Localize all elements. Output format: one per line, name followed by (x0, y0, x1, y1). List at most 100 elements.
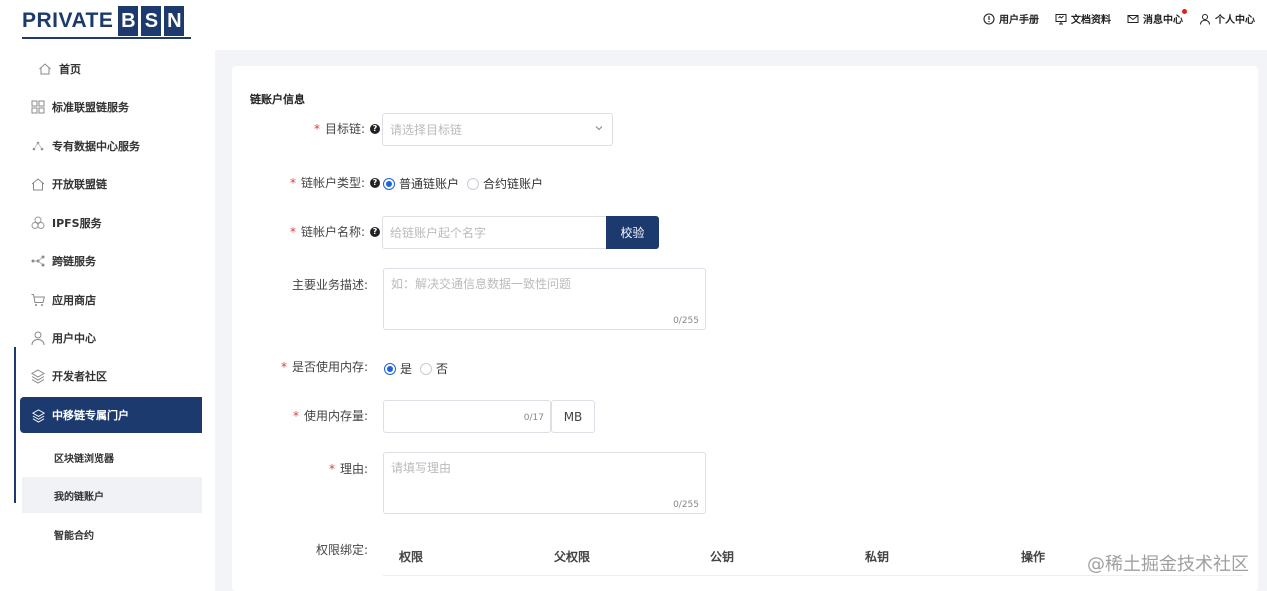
grid-icon (31, 100, 45, 114)
column-header-parent-permission: 父权限 (554, 550, 591, 564)
use-memory-label-text: 是否使用内存: (291, 360, 368, 374)
target-chain-placeholder: 请选择目标链 (390, 123, 463, 137)
info-circle-icon (983, 12, 995, 25)
description-textarea[interactable]: 如：解决交通信息数据一致性问题 0/255 (383, 268, 706, 330)
house-icon (31, 178, 45, 191)
sidebar-item-label: 中移链专属门户 (52, 409, 129, 422)
sidebar-item-home[interactable]: 首页 (37, 61, 81, 77)
sidebar-item-label: 开放联盟链 (52, 178, 107, 191)
nodes-icon (32, 141, 44, 151)
nav-profile[interactable]: 个人中心 (1199, 11, 1255, 26)
sidebar-item-label: 专有数据中心服务 (52, 140, 140, 153)
help-icon[interactable]: ? (370, 226, 380, 237)
sidebar-subitem-contracts[interactable]: 智能合约 (22, 516, 202, 552)
required-mark: * (313, 121, 320, 136)
radio-label: 普通链账户 (399, 177, 460, 191)
sidebar-subitem-label: 智能合约 (54, 530, 94, 542)
account-type-label-text: 链帐户类型: (300, 176, 365, 190)
sidebar-item-label: 跨链服务 (52, 255, 96, 268)
radio-label: 是 (400, 362, 413, 376)
network-icon (31, 255, 45, 267)
target-chain-label: * 目标链: ? (314, 120, 380, 137)
nav-messages-label: 消息中心 (1143, 15, 1183, 26)
column-header-permission: 权限 (399, 550, 424, 564)
target-chain-label-text: 目标链: (324, 122, 365, 136)
target-chain-select[interactable]: 请选择目标链 (382, 113, 613, 146)
memory-amount-label-text: 使用内存量: (303, 409, 368, 423)
monitor-icon (1055, 13, 1067, 24)
required-mark: * (280, 359, 287, 374)
char-counter: 0/255 (673, 500, 699, 510)
account-name-label-text: 链帐户名称: (300, 225, 365, 239)
logo-letter-s: S (141, 6, 162, 36)
nav-docs-label: 文档资料 (1071, 15, 1111, 26)
use-memory-label: * 是否使用内存: (281, 358, 368, 375)
help-icon[interactable]: ? (370, 123, 380, 134)
cart-icon (31, 294, 45, 306)
sidebar-item-standard-chain[interactable]: 标准联盟链服务 (30, 99, 129, 115)
sidebar-active-indicator (14, 347, 16, 503)
description-label: 主要业务描述: (292, 276, 368, 293)
account-type-radio-group: 普通链账户 合约链账户 (383, 175, 551, 192)
char-counter: 0/17 (523, 413, 544, 423)
help-icon[interactable]: ? (370, 177, 380, 188)
account-name-input[interactable]: 给链账户起个名字 (382, 216, 607, 249)
radio-no[interactable]: 否 (420, 360, 448, 377)
reason-label-text: 理由: (339, 462, 368, 476)
watermark: @稀土掘金技术社区 (1087, 554, 1249, 575)
radio-yes[interactable]: 是 (384, 360, 412, 377)
sidebar-item-user-center[interactable]: 用户中心 (30, 330, 96, 346)
sidebar-item-cmbaas-portal[interactable]: 中移链专属门户 (20, 397, 202, 433)
sidebar-item-data-center[interactable]: 专有数据中心服务 (30, 138, 140, 154)
permission-label: 权限绑定: (316, 541, 368, 558)
reason-placeholder: 请填写理由 (391, 461, 452, 475)
sidebar-subitem-label: 我的链账户 (54, 491, 104, 503)
required-mark: * (292, 408, 299, 423)
account-name-placeholder: 给链账户起个名字 (390, 226, 487, 240)
mail-icon (1127, 14, 1139, 23)
logo[interactable]: PRIVATE B S N (22, 4, 185, 38)
sidebar-item-label: 应用商店 (52, 294, 96, 307)
memory-amount-label: * 使用内存量: (293, 407, 368, 424)
radio-button[interactable] (467, 177, 480, 190)
column-header-actions: 操作 (1021, 550, 1046, 564)
sidebar-subitem-label: 区块链浏览器 (54, 453, 114, 465)
sidebar-item-label: 首页 (59, 63, 81, 76)
use-memory-radio-group: 是 否 (384, 360, 456, 377)
notification-badge (1182, 9, 1187, 14)
account-type-label: * 链帐户类型: ? (290, 174, 380, 191)
section-title: 链账户信息 (250, 93, 305, 106)
radio-label: 否 (436, 362, 449, 376)
cluster-icon (31, 216, 45, 229)
top-nav: 用户手册 文档资料 消息中心 个人中心 (983, 9, 1255, 26)
sidebar-subitem-my-accounts[interactable]: 我的链账户 (22, 477, 202, 513)
reason-label: * 理由: (329, 460, 368, 477)
permission-label-text: 权限绑定: (315, 543, 368, 557)
description-label-text: 主要业务描述: (291, 278, 368, 292)
sidebar-item-open-chain[interactable]: 开放联盟链 (30, 176, 107, 192)
nav-user-manual[interactable]: 用户手册 (983, 11, 1039, 26)
required-mark: * (289, 175, 296, 190)
radio-normal-account[interactable]: 普通链账户 (383, 175, 459, 192)
logo-text: PRIVATE (22, 9, 114, 32)
radio-button[interactable] (420, 362, 433, 375)
unit-label: MB (551, 400, 595, 433)
layers-icon (31, 369, 45, 384)
sidebar-item-label: 用户中心 (52, 332, 96, 345)
nav-docs[interactable]: 文档资料 (1055, 11, 1111, 26)
reason-textarea[interactable]: 请填写理由 0/255 (383, 452, 706, 514)
char-counter: 0/255 (673, 316, 699, 326)
column-header-private-key: 私钥 (865, 550, 890, 564)
nav-messages[interactable]: 消息中心 (1127, 9, 1187, 26)
sidebar-item-app-store[interactable]: 应用商店 (30, 292, 96, 308)
sidebar-item-cross-chain[interactable]: 跨链服务 (30, 253, 96, 269)
sidebar-item-dev-community[interactable]: 开发者社区 (30, 368, 107, 384)
verify-button[interactable]: 校验 (606, 216, 659, 249)
sidebar-item-ipfs[interactable]: IPFS服务 (30, 215, 102, 231)
sidebar-subitem-browser[interactable]: 区块链浏览器 (22, 439, 202, 475)
logo-letter-n: N (164, 6, 185, 36)
radio-button-checked[interactable] (383, 177, 395, 190)
memory-amount-input[interactable]: 0/17 (383, 400, 551, 433)
radio-button-checked[interactable] (384, 362, 396, 375)
radio-contract-account[interactable]: 合约链账户 (467, 175, 543, 192)
